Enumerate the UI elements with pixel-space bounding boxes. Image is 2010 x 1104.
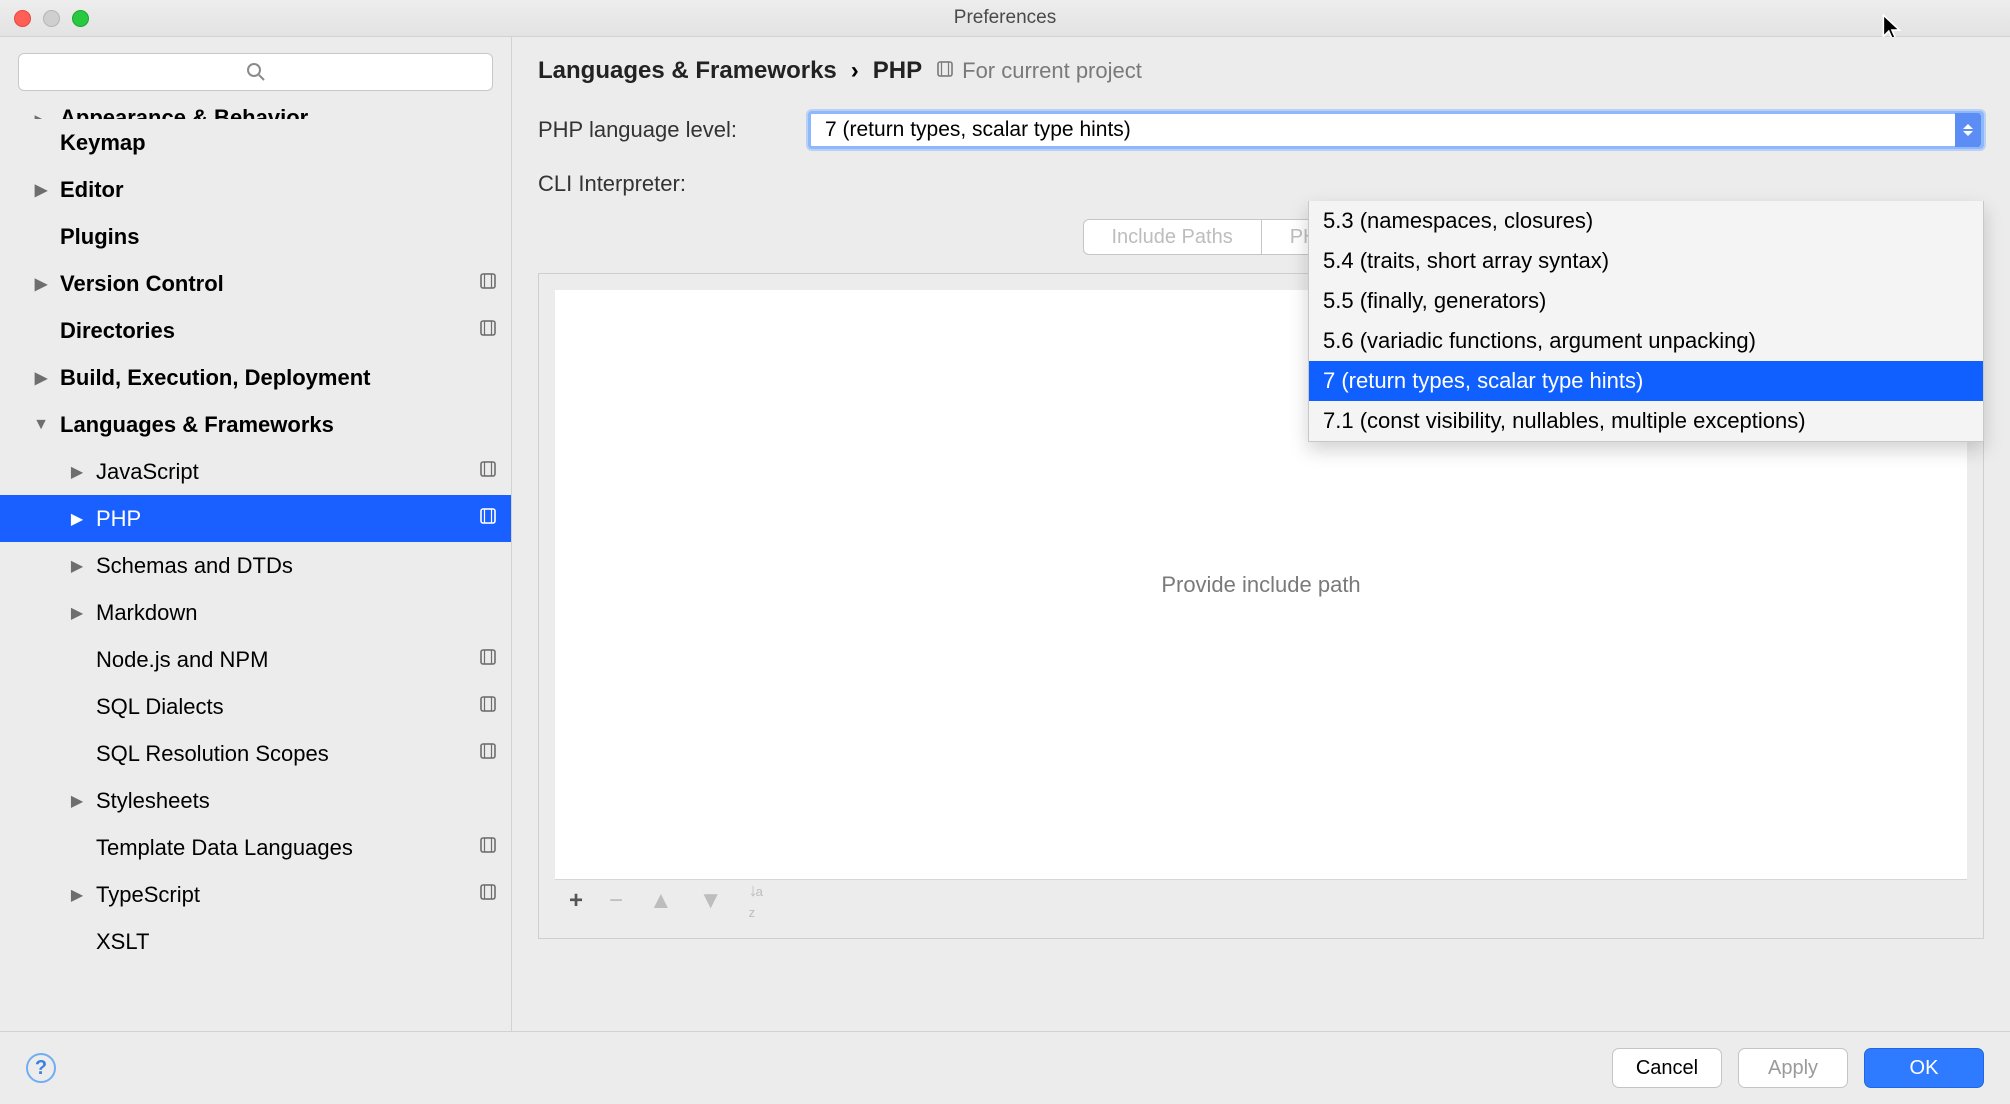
sidebar-item-node-js-and-npm[interactable]: ▶Node.js and NPM: [0, 636, 511, 683]
sidebar-item-label: XSLT: [96, 929, 497, 955]
move-down-button[interactable]: ▼: [699, 887, 723, 915]
sidebar-item-label: Build, Execution, Deployment: [60, 365, 497, 391]
sidebar-item-label: Appearance & Behavior: [60, 105, 497, 119]
sidebar-item-sql-dialects[interactable]: ▶SQL Dialects: [0, 683, 511, 730]
sidebar-item-label: Schemas and DTDs: [96, 553, 497, 579]
sidebar-item-label: PHP: [96, 506, 479, 532]
sidebar-item-label: Version Control: [60, 271, 479, 297]
chevron-right-icon: ▶: [66, 885, 88, 905]
project-scope-icon: [479, 742, 497, 765]
move-up-button[interactable]: ▲: [649, 887, 673, 915]
sidebar-item-label: Markdown: [96, 600, 497, 626]
include-paths-toolbar: + − ▲ ▼ ↓az: [555, 880, 1967, 922]
sidebar-item-stylesheets[interactable]: ▶ Stylesheets: [0, 777, 511, 824]
scope-indicator: For current project: [936, 58, 1142, 84]
sidebar-item-label: Node.js and NPM: [96, 647, 479, 673]
sidebar-item-label: TypeScript: [96, 882, 479, 908]
project-scope-icon: [479, 507, 497, 530]
dialog-footer: ? Cancel Apply OK: [0, 1032, 2010, 1104]
sidebar-item-schemas-and-dtds[interactable]: ▶ Schemas and DTDs: [0, 542, 511, 589]
sidebar-item-keymap[interactable]: ▶Keymap: [0, 119, 511, 166]
sidebar-item-label: Stylesheets: [96, 788, 497, 814]
preferences-window: Preferences ▶Appearance & Behavior▶Keyma…: [0, 0, 2010, 1104]
sidebar-item-plugins[interactable]: ▶Plugins: [0, 213, 511, 260]
chevron-right-icon: ▶: [66, 603, 88, 623]
chevron-right-icon: ▶: [30, 111, 52, 119]
add-button[interactable]: +: [569, 887, 583, 915]
project-scope-icon: [479, 836, 497, 859]
breadcrumb-separator: ›: [851, 57, 859, 85]
ok-button[interactable]: OK: [1864, 1048, 1984, 1088]
sidebar-item-version-control[interactable]: ▶ Version Control: [0, 260, 511, 307]
chevron-down-icon: ▼: [30, 416, 52, 434]
sidebar-item-directories[interactable]: ▶Directories: [0, 307, 511, 354]
search-input[interactable]: [18, 53, 493, 91]
sidebar-item-label: Directories: [60, 318, 479, 344]
remove-button[interactable]: −: [609, 887, 623, 915]
include-paths-placeholder: Provide include path: [1161, 572, 1360, 598]
sidebar-item-javascript[interactable]: ▶ JavaScript: [0, 448, 511, 495]
chevron-right-icon: ▶: [30, 368, 52, 388]
project-scope-icon: [936, 60, 954, 83]
sidebar-item-label: Keymap: [60, 130, 497, 156]
preferences-sidebar: ▶Appearance & Behavior▶Keymap▶Editor▶Plu…: [0, 37, 512, 1031]
cli-interpreter-label: CLI Interpreter:: [538, 171, 808, 197]
chevron-right-icon: ▶: [66, 509, 88, 529]
search-icon: [246, 62, 266, 82]
php-language-level-dropdown: 5.3 (namespaces, closures)5.4 (traits, s…: [1308, 201, 1984, 442]
dropdown-option[interactable]: 5.4 (traits, short array syntax): [1309, 241, 1983, 281]
dropdown-option[interactable]: 7.1 (const visibility, nullables, multip…: [1309, 401, 1983, 441]
preferences-tree: ▶Appearance & Behavior▶Keymap▶Editor▶Plu…: [0, 101, 511, 1031]
sidebar-item-label: Editor: [60, 177, 497, 203]
chevron-right-icon: ▶: [66, 791, 88, 811]
sidebar-item-label: JavaScript: [96, 459, 479, 485]
cancel-button[interactable]: Cancel: [1612, 1048, 1722, 1088]
project-scope-icon: [479, 319, 497, 342]
breadcrumb: Languages & Frameworks › PHP For current…: [538, 57, 1984, 85]
project-scope-icon: [479, 648, 497, 671]
sidebar-item-sql-resolution-scopes[interactable]: ▶SQL Resolution Scopes: [0, 730, 511, 777]
dropdown-option[interactable]: 5.6 (variadic functions, argument unpack…: [1309, 321, 1983, 361]
select-stepper-icon: [1955, 113, 1981, 147]
php-language-level-select[interactable]: 7 (return types, scalar type hints): [808, 111, 1984, 149]
project-scope-icon: [479, 695, 497, 718]
dropdown-option[interactable]: 5.3 (namespaces, closures): [1309, 201, 1983, 241]
sidebar-item-label: SQL Dialects: [96, 694, 479, 720]
help-button[interactable]: ?: [26, 1053, 56, 1083]
sidebar-item-markdown[interactable]: ▶ Markdown: [0, 589, 511, 636]
php-language-level-value: 7 (return types, scalar type hints): [825, 118, 1131, 142]
sidebar-item-label: SQL Resolution Scopes: [96, 741, 479, 767]
sidebar-item-typescript[interactable]: ▶ TypeScript: [0, 871, 511, 918]
tab-include-paths[interactable]: Include Paths: [1083, 219, 1262, 255]
chevron-right-icon: ▶: [66, 462, 88, 482]
sidebar-item-languages-frameworks[interactable]: ▼ Languages & Frameworks: [0, 401, 511, 448]
scope-label: For current project: [962, 58, 1142, 84]
chevron-right-icon: ▶: [30, 274, 52, 294]
project-scope-icon: [479, 460, 497, 483]
project-scope-icon: [479, 883, 497, 906]
sidebar-item-label: Plugins: [60, 224, 497, 250]
sidebar-item-editor[interactable]: ▶ Editor: [0, 166, 511, 213]
titlebar: Preferences: [0, 0, 2010, 36]
sidebar-item-build-execution-deployment[interactable]: ▶ Build, Execution, Deployment: [0, 354, 511, 401]
sidebar-item-label: Languages & Frameworks: [60, 412, 497, 438]
sidebar-item-appearance-behavior[interactable]: ▶ Appearance & Behavior: [0, 101, 511, 119]
sidebar-item-label: Template Data Languages: [96, 835, 479, 861]
dropdown-option[interactable]: 7 (return types, scalar type hints): [1309, 361, 1983, 401]
php-language-level-label: PHP language level:: [538, 117, 808, 143]
sidebar-item-template-data-languages[interactable]: ▶Template Data Languages: [0, 824, 511, 871]
preferences-main: Languages & Frameworks › PHP For current…: [512, 37, 2010, 1031]
chevron-right-icon: ▶: [30, 180, 52, 200]
dropdown-option[interactable]: 5.5 (finally, generators): [1309, 281, 1983, 321]
sidebar-item-php[interactable]: ▶ PHP: [0, 495, 511, 542]
window-title: Preferences: [0, 7, 2010, 29]
chevron-right-icon: ▶: [66, 556, 88, 576]
sidebar-item-xslt[interactable]: ▶XSLT: [0, 918, 511, 965]
sort-button[interactable]: ↓az: [749, 880, 763, 922]
apply-button[interactable]: Apply: [1738, 1048, 1848, 1088]
breadcrumb-current: PHP: [873, 57, 922, 85]
project-scope-icon: [479, 272, 497, 295]
breadcrumb-parent[interactable]: Languages & Frameworks: [538, 57, 837, 85]
